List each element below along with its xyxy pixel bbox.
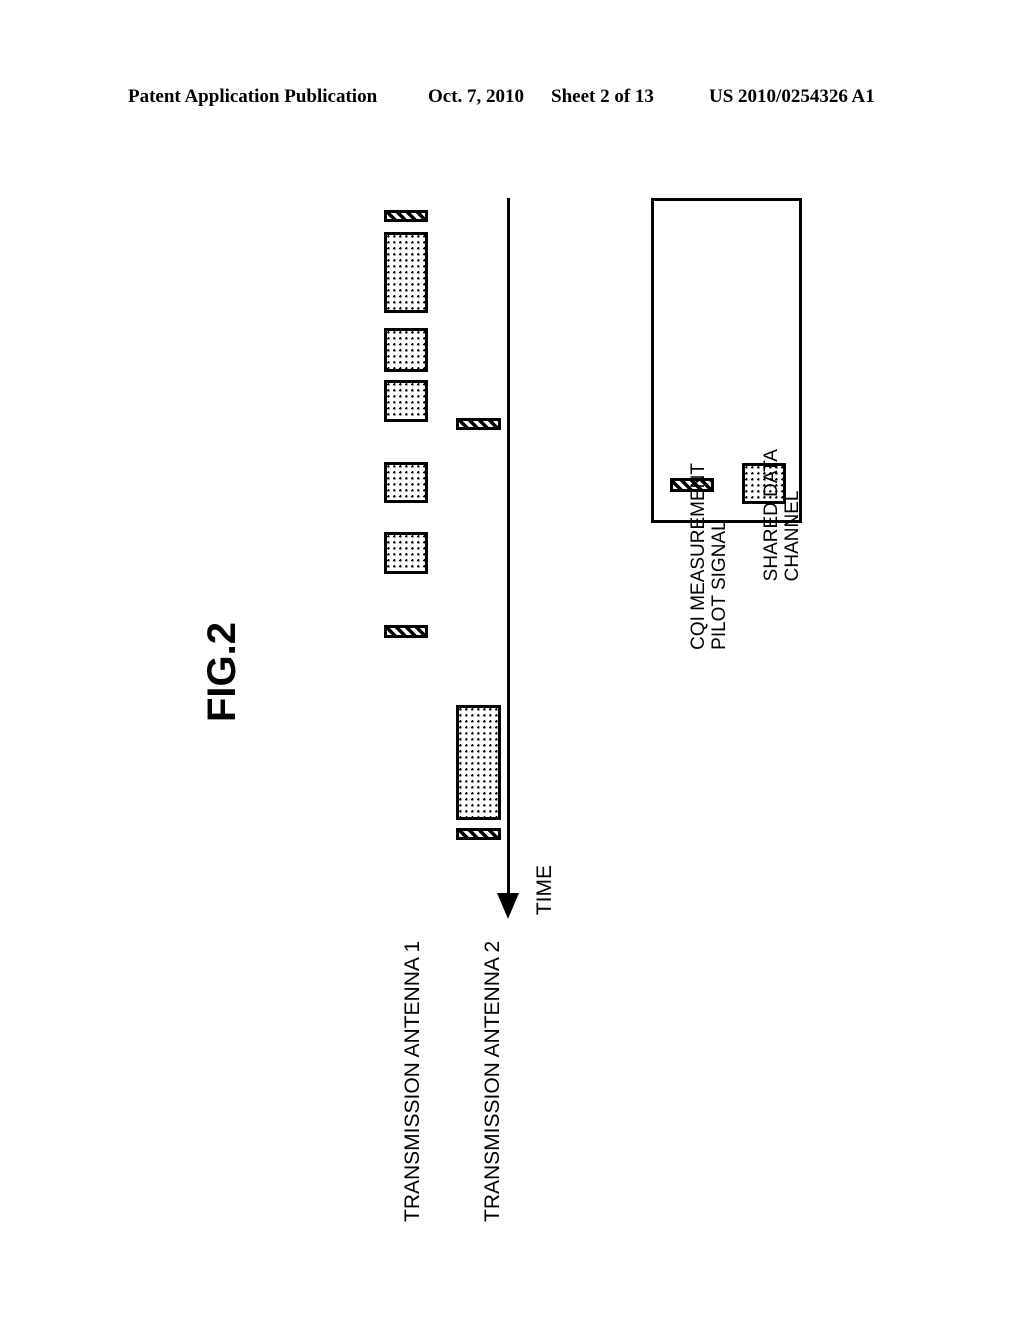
cqi-pilot-signal-block [384,625,428,638]
legend-label-cqi-pilot-line2: PILOT SIGNAL [709,520,730,650]
shared-data-channel-block [384,380,428,422]
legend-label-shared-data-line1: SHARED DATA [761,449,782,582]
shared-data-channel-block [384,232,428,313]
header-publication-number: US 2010/0254326 A1 [709,86,875,107]
header-sheet-text: Sheet 2 of 13 [551,86,654,107]
legend-label-shared-data: SHARED DATA CHANNEL [761,449,803,581]
figure-title: FIG.2 [200,621,244,723]
cqi-pilot-signal-block [456,418,501,430]
shared-data-channel-block [384,462,428,503]
header-date-text: Oct. 7, 2010 [428,86,525,107]
legend-label-shared-data-line2: CHANNEL [782,490,803,582]
header-publication-text: Patent Application Publication [128,86,378,107]
cqi-pilot-signal-block [384,210,428,222]
page-header: Patent Application Publication Oct. 7, 2… [0,86,1024,112]
cqi-pilot-signal-block [456,828,501,840]
time-axis-label: TIME [533,865,556,916]
legend-label-cqi-pilot-line1: CQI MEASUREMENT [688,463,709,650]
shared-data-channel-block [384,328,428,372]
shared-data-channel-block [456,705,501,820]
time-axis-arrowhead-icon [497,893,519,919]
legend-label-cqi-pilot: CQI MEASUREMENT PILOT SIGNAL [688,463,730,650]
legend-box: CQI MEASUREMENT PILOT SIGNAL SHARED DATA… [651,198,803,650]
antenna-row-label-1: TRANSMISSION ANTENNA 1 [401,940,424,1222]
antenna-row-label-2: TRANSMISSION ANTENNA 2 [481,940,504,1222]
shared-data-channel-block [384,532,428,574]
time-axis-line [507,198,510,898]
